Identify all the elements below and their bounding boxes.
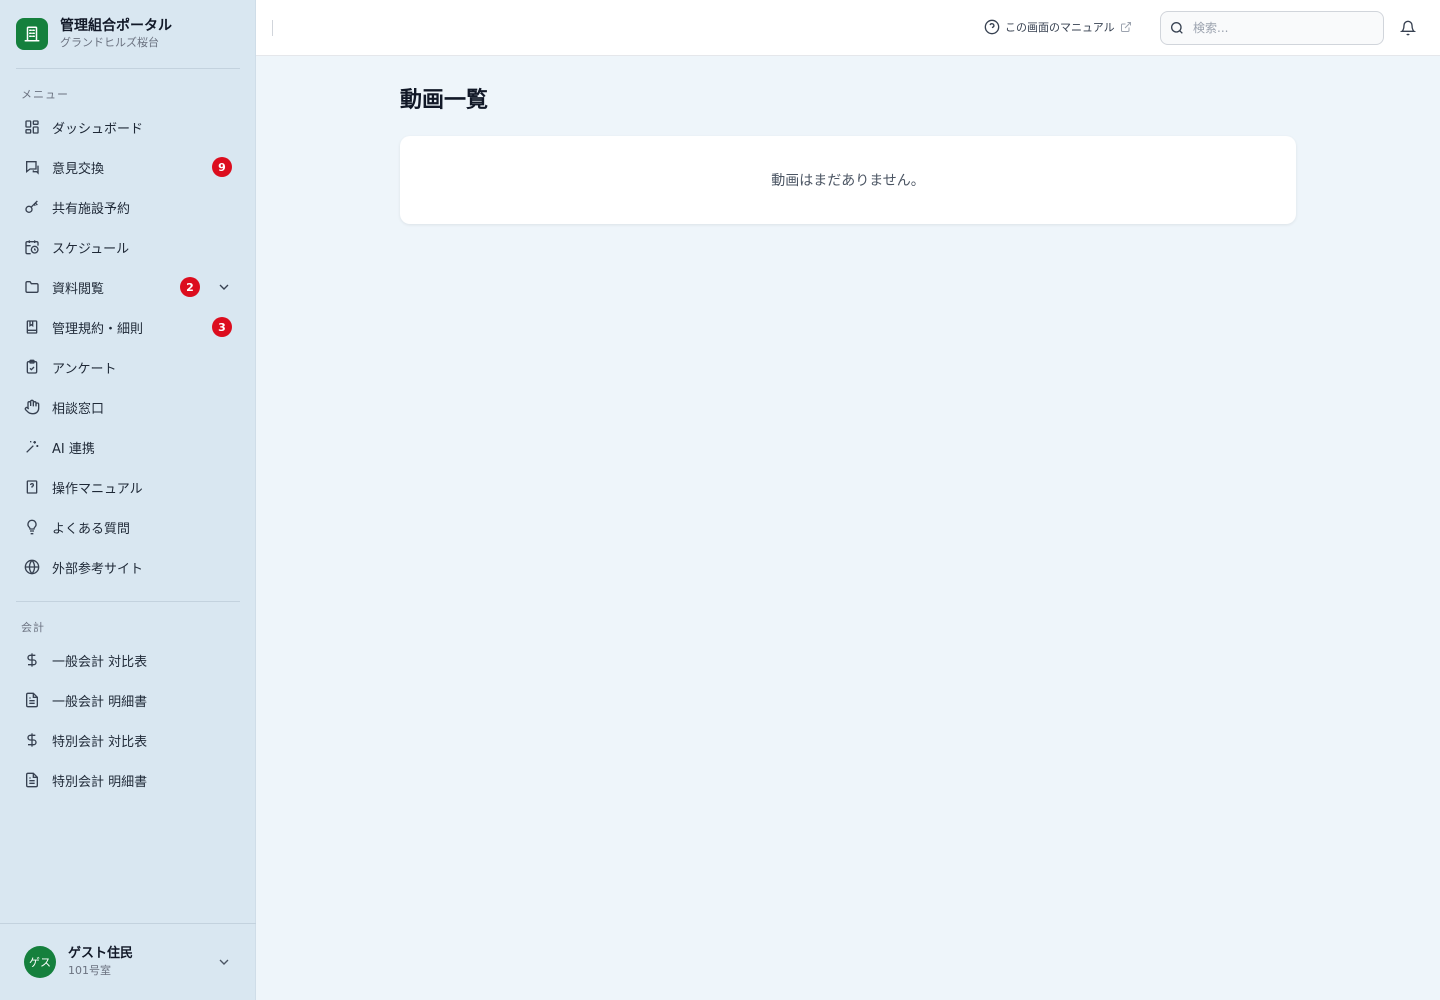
chat-icon — [24, 159, 40, 175]
help-circle-icon — [984, 19, 1000, 35]
globe-icon — [24, 559, 40, 575]
sidebar: 管理組合ポータル グランドヒルズ桜台 メニュー ダッシュボード 意見交換 9 共… — [0, 0, 256, 1000]
external-link-icon — [1120, 21, 1132, 33]
page-manual-link[interactable]: この画面のマニュアル — [984, 19, 1132, 35]
sidebar-item-label: よくある質問 — [52, 521, 131, 537]
sidebar-item-bylaws[interactable]: 管理規約・細則 3 — [16, 309, 240, 345]
sidebar-item-label: 外部参考サイト — [52, 561, 144, 577]
bell-icon[interactable] — [1399, 20, 1417, 36]
book-icon — [24, 319, 40, 335]
empty-state-message: 動画はまだありません。 — [771, 173, 925, 189]
dashboard-icon — [24, 119, 40, 135]
brand-title: 管理組合ポータル — [60, 18, 172, 34]
sidebar-item-label: 一般会計 対比表 — [52, 654, 148, 670]
search-box[interactable] — [1160, 11, 1384, 45]
user-name: ゲスト住民 — [68, 946, 134, 961]
sidebar-item-label: 一般会計 明細書 — [52, 694, 148, 710]
sidebar-item-schedule[interactable]: スケジュール — [16, 229, 240, 265]
sidebar-item-manual[interactable]: 操作マニュアル — [16, 469, 240, 505]
avatar: ゲス — [24, 946, 56, 978]
sidebar-item-label: 資料閲覧 — [52, 281, 105, 297]
chevron-down-icon[interactable] — [216, 279, 232, 295]
document-icon — [24, 692, 40, 708]
search-icon — [1169, 20, 1185, 36]
unread-badge: 2 — [180, 277, 200, 297]
sidebar-item-label: 操作マニュアル — [52, 481, 143, 497]
sidebar-item-label: 共有施設予約 — [52, 201, 131, 217]
sidebar-item-general-statement[interactable]: 一般会計 明細書 — [16, 682, 240, 718]
dollar-icon — [24, 652, 40, 668]
sidebar-item-survey[interactable]: アンケート — [16, 349, 240, 385]
hand-icon — [24, 399, 40, 415]
unread-badge: 9 — [212, 157, 232, 177]
divider — [16, 68, 240, 69]
sidebar-item-label: 意見交換 — [52, 161, 105, 177]
sidebar-item-label: 管理規約・細則 — [52, 321, 144, 337]
brand-subtitle: グランドヒルズ桜台 — [60, 36, 159, 49]
clipboard-check-icon — [24, 359, 40, 375]
user-menu[interactable]: ゲス ゲスト住民 101号室 — [24, 946, 133, 978]
sidebar-item-special-comparison[interactable]: 特別会計 対比表 — [16, 722, 240, 758]
sidebar-item-label: 相談窓口 — [52, 401, 105, 417]
sparkles-icon — [24, 439, 40, 455]
sidebar-item-facility-booking[interactable]: 共有施設予約 — [16, 189, 240, 225]
building-icon — [16, 18, 48, 50]
brand[interactable]: 管理組合ポータル グランドヒルズ桜台 — [16, 18, 172, 50]
lightbulb-icon — [24, 519, 40, 535]
chevron-down-icon[interactable] — [216, 954, 232, 970]
header-divider — [272, 20, 273, 36]
empty-state-card: 動画はまだありません。 — [400, 136, 1296, 224]
sidebar-item-label: 特別会計 対比表 — [52, 734, 148, 750]
document-icon — [24, 772, 40, 788]
sidebar-item-faq[interactable]: よくある質問 — [16, 509, 240, 545]
manual-book-icon — [24, 479, 40, 495]
sidebar-item-ai[interactable]: AI 連携 — [16, 429, 240, 465]
section-label-accounting: 会計 — [21, 621, 45, 634]
sidebar-item-special-statement[interactable]: 特別会計 明細書 — [16, 762, 240, 798]
sidebar-item-consultation[interactable]: 相談窓口 — [16, 389, 240, 425]
unread-badge: 3 — [212, 317, 232, 337]
sidebar-item-general-comparison[interactable]: 一般会計 対比表 — [16, 642, 240, 678]
divider — [0, 923, 256, 924]
sidebar-item-dashboard[interactable]: ダッシュボード — [16, 109, 240, 145]
sidebar-item-label: アンケート — [52, 361, 117, 377]
top-header: この画面のマニュアル — [256, 0, 1440, 56]
section-label-menu: メニュー — [21, 88, 69, 101]
calendar-clock-icon — [24, 239, 40, 255]
search-input[interactable] — [1193, 21, 1373, 35]
key-icon — [24, 199, 40, 215]
sidebar-item-discussion[interactable]: 意見交換 9 — [16, 149, 240, 185]
user-room: 101号室 — [68, 964, 111, 977]
sidebar-item-label: AI 連携 — [52, 441, 95, 457]
sidebar-item-documents[interactable]: 資料閲覧 2 — [16, 269, 240, 305]
folder-icon — [24, 279, 40, 295]
sidebar-item-label: スケジュール — [52, 241, 130, 257]
dollar-icon — [24, 732, 40, 748]
page-title: 動画一覧 — [400, 88, 489, 113]
divider — [16, 601, 240, 602]
sidebar-item-label: ダッシュボード — [52, 121, 144, 137]
page-manual-label: この画面のマニュアル — [1005, 21, 1115, 34]
sidebar-item-label: 特別会計 明細書 — [52, 774, 148, 790]
sidebar-item-external-sites[interactable]: 外部参考サイト — [16, 549, 240, 585]
